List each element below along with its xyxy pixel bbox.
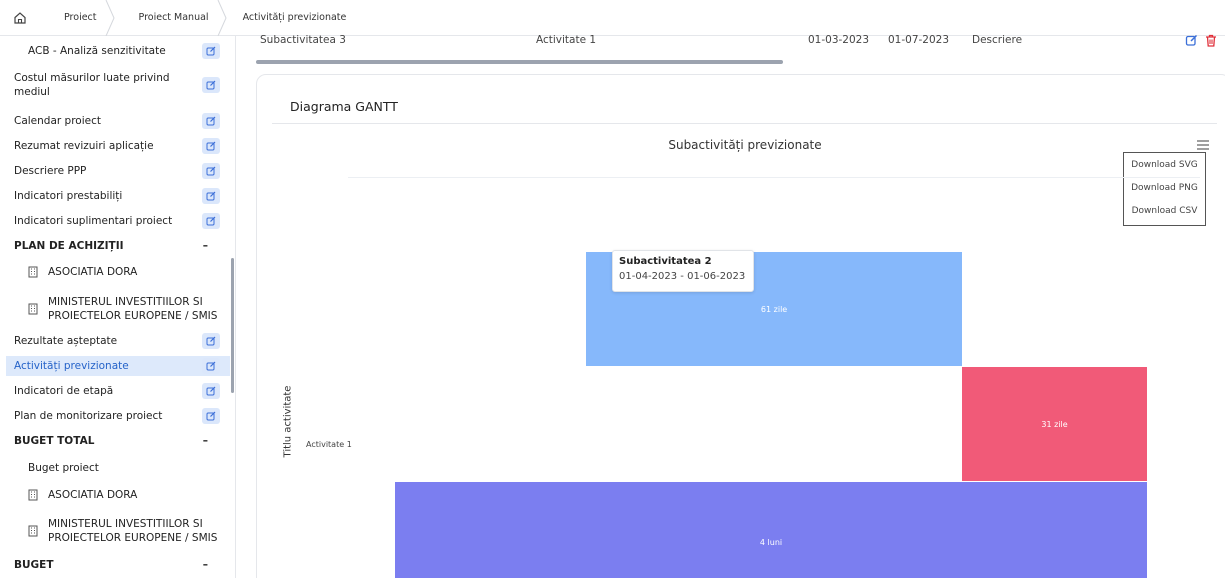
edit-icon[interactable] xyxy=(202,77,220,93)
divider xyxy=(272,123,1217,124)
building-icon xyxy=(28,266,40,278)
start-date-cell: 01-03-2023 xyxy=(808,34,870,46)
sidebar-item-0[interactable]: ACB - Analiză senzitivitate xyxy=(6,41,230,61)
sidebar-item-1[interactable]: Costul măsurilor luate privind mediul xyxy=(6,67,230,103)
chart-gridline xyxy=(348,177,1200,178)
sidebar-item-3[interactable]: Rezumat revizuiri aplicație xyxy=(6,136,230,156)
sidebar-item-label: Calendar proiect xyxy=(14,115,101,127)
gantt-bar-label: 31 zile xyxy=(1041,419,1068,429)
edit-icon[interactable] xyxy=(202,358,220,374)
hamburger-menu-icon[interactable] xyxy=(1196,139,1210,151)
sidebar-item-label: Costul măsurilor luate privind mediul xyxy=(14,72,170,98)
sidebar-item-label: Plan de monitorizare proiect xyxy=(14,410,163,422)
breadcrumb-item-current: Activități previzionate xyxy=(242,12,347,23)
gantt-bar-label: 4 luni xyxy=(759,537,783,547)
sidebar-item-6[interactable]: Indicatori suplimentari proiect xyxy=(6,211,230,231)
sidebar-item-16[interactable]: ASOCIATIA DORA xyxy=(6,485,230,505)
breadcrumb-item-project[interactable]: Proiect xyxy=(40,0,115,36)
edit-icon[interactable] xyxy=(202,43,220,59)
sidebar-item-label: Indicatori suplimentari proiect xyxy=(14,215,173,227)
edit-icon[interactable] xyxy=(1185,34,1198,50)
sidebar-item-8[interactable]: ASOCIATIA DORA xyxy=(6,262,230,282)
gantt-bar[interactable]: 31 zile xyxy=(962,367,1147,482)
sidebar-section-header[interactable]: BUGET TOTAL – xyxy=(6,431,230,451)
breadcrumb-item-manual[interactable]: Proiect Manual xyxy=(115,0,227,36)
sidebar-item-10[interactable]: Rezultate așteptate xyxy=(6,331,230,351)
chart-y-axis-label: Titlu activitate xyxy=(282,385,294,458)
building-icon xyxy=(28,303,40,315)
sidebar-item-label: MINISTERUL INVESTITIILOR SI PROIECTELOR … xyxy=(48,296,218,322)
chart-download-menu: Download SVG Download PNG Download CSV xyxy=(1123,152,1206,226)
edit-icon[interactable] xyxy=(202,163,220,179)
sidebar-item-label: Descriere PPP xyxy=(14,165,87,177)
sidebar-item-label: BUGET TOTAL xyxy=(14,435,95,447)
tooltip-range: 01-04-2023 - 01-06-2023 xyxy=(619,271,746,282)
tooltip-title: Subactivitatea 2 xyxy=(619,256,712,267)
sidebar-item-label: ASOCIATIA DORA xyxy=(48,489,138,501)
edit-icon[interactable] xyxy=(202,188,220,204)
sidebar-item-label: Rezultate așteptate xyxy=(14,335,118,347)
edit-icon[interactable] xyxy=(202,408,220,424)
edit-icon[interactable] xyxy=(202,383,220,399)
end-date-cell: 01-07-2023 xyxy=(888,34,950,46)
sidebar-item-17[interactable]: MINISTERUL INVESTITIILOR SI PROIECTELOR … xyxy=(6,513,230,549)
gantt-section-title: Diagrama GANTT xyxy=(290,99,398,114)
sidebar-item-11[interactable]: Activități previzionate xyxy=(6,356,230,376)
sidebar-section-header[interactable]: PLAN DE ACHIZIȚII – xyxy=(6,236,230,256)
activity-cell: Activitate 1 xyxy=(536,34,597,46)
sidebar-item-9[interactable]: MINISTERUL INVESTITIILOR SI PROIECTELOR … xyxy=(6,291,230,327)
description-cell: Descriere xyxy=(972,34,1023,46)
sidebar-item-5[interactable]: Indicatori prestabiliți xyxy=(6,186,230,206)
sidebar-item-label: ACB - Analiză senzitivitate xyxy=(28,45,166,57)
chart-y-tick-label: Activitate 1 xyxy=(306,440,352,449)
sidebar-item-label: Activități previzionate xyxy=(14,360,129,372)
sidebar-item-label: ASOCIATIA DORA xyxy=(48,266,138,278)
chart-tooltip: Subactivitatea 2 01-04-2023 - 01-06-2023 xyxy=(612,250,754,292)
sidebar-item-2[interactable]: Calendar proiect xyxy=(6,111,230,131)
sidebar-item-4[interactable]: Descriere PPP xyxy=(6,161,230,181)
sidebar-item-label: Buget proiect xyxy=(28,462,99,474)
download-svg-item[interactable]: Download SVG xyxy=(1124,155,1205,176)
edit-icon[interactable] xyxy=(202,333,220,349)
sidebar-item-label: PLAN DE ACHIZIȚII xyxy=(14,240,124,252)
download-png-item[interactable]: Download PNG xyxy=(1124,178,1205,199)
table-horizontal-scrollbar[interactable] xyxy=(256,60,783,64)
gantt-bar[interactable]: 4 luni xyxy=(395,482,1147,578)
sidebar-item-label: Indicatori prestabiliți xyxy=(14,190,123,202)
sidebar-item-label: Indicatori de etapă xyxy=(14,385,114,397)
collapse-toggle[interactable]: – xyxy=(203,435,208,447)
sidebar-item-12[interactable]: Indicatori de etapă xyxy=(6,381,230,401)
sidebar-scrollbar[interactable] xyxy=(231,258,234,393)
table-row: Subactivitatea 3 Activitate 1 01-03-2023… xyxy=(236,34,1225,62)
breadcrumb: Proiect Proiect Manual Activități previz… xyxy=(0,0,1225,36)
gantt-bar-label: 61 zile xyxy=(760,304,788,314)
delete-icon[interactable] xyxy=(1205,34,1217,50)
collapse-toggle[interactable]: – xyxy=(203,559,208,571)
subactivity-cell: Subactivitatea 3 xyxy=(260,34,346,46)
building-icon xyxy=(28,525,40,537)
download-csv-item[interactable]: Download CSV xyxy=(1124,201,1205,222)
sidebar-item-label: BUGET xyxy=(14,559,54,571)
sidebar-item-13[interactable]: Plan de monitorizare proiect xyxy=(6,406,230,426)
sidebar-item-15[interactable]: Buget proiect xyxy=(6,458,230,478)
collapse-toggle[interactable]: – xyxy=(203,240,208,252)
chart-title: Subactivități previzionate xyxy=(668,138,822,152)
sidebar-section-header[interactable]: BUGET – xyxy=(6,555,230,575)
edit-icon[interactable] xyxy=(202,138,220,154)
home-icon[interactable] xyxy=(0,0,40,36)
building-icon xyxy=(28,489,40,501)
edit-icon[interactable] xyxy=(202,113,220,129)
edit-icon[interactable] xyxy=(202,213,220,229)
sidebar-item-label: MINISTERUL INVESTITIILOR SI PROIECTELOR … xyxy=(48,518,218,544)
sidebar-item-label: Rezumat revizuiri aplicație xyxy=(14,140,154,152)
